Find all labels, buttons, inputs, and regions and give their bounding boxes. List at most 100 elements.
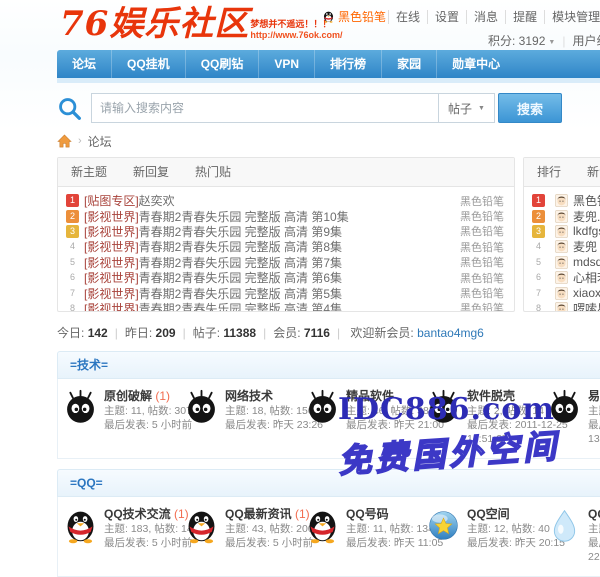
nav-item[interactable]: 勋章中心 (436, 50, 515, 78)
nav-item[interactable]: 家园 (381, 50, 436, 78)
forum-link[interactable]: QQ图标 (588, 507, 600, 521)
forum-block: 网络技术 主题: 18, 帖数: 150 最后发表: 昨天 23:26 (183, 389, 304, 446)
forum-link[interactable]: 网络技术 (225, 389, 273, 403)
thread-author[interactable]: 黑色铅笔 (452, 208, 504, 224)
user-menu-link[interactable]: 提醒 (505, 10, 544, 24)
new-member-link[interactable]: bantao4mg6 (417, 326, 484, 340)
member-name[interactable]: lkdfgs (573, 224, 600, 238)
forum-icon[interactable] (304, 507, 341, 544)
forum-link[interactable]: 软件脱壳 (467, 389, 515, 403)
thread-row[interactable]: 7 [影视世界] 青春期2青春失乐园 完整版 高清 第5集 黑色铅笔 (66, 285, 504, 300)
forum-icon[interactable] (546, 389, 583, 426)
member-row[interactable]: 6 心相若则不离 (532, 270, 600, 285)
rank-badge: 8 (66, 302, 79, 312)
member-row[interactable]: 2 麦兜...小峰 (532, 208, 600, 223)
forum-icon[interactable] (183, 389, 220, 426)
forum-icon[interactable] (62, 507, 99, 544)
rank-badge: 4 (66, 240, 79, 253)
thread-category[interactable]: [影视世界] (84, 300, 139, 312)
ranking-tab[interactable]: 排行 (524, 158, 574, 186)
forum-link[interactable]: QQ空间 (467, 507, 510, 521)
thread-row[interactable]: 4 [影视世界] 青春期2青春失乐园 完整版 高清 第8集 黑色铅笔 (66, 239, 504, 254)
rank-badge: 3 (532, 225, 545, 238)
nav-item[interactable]: 论坛 (57, 50, 111, 78)
member-name[interactable]: 心相若则不离 (573, 269, 600, 286)
forum-icon[interactable] (425, 389, 462, 426)
thread-row[interactable]: 6 [影视世界] 青春期2青春失乐园 完整版 高清 第6集 黑色铅笔 (66, 270, 504, 285)
thread-row[interactable]: 8 [影视世界] 青春期2青春失乐园 完整版 高清 第4集 黑色铅笔 (66, 301, 504, 312)
breadcrumb: › 论坛 (57, 133, 600, 149)
member-row[interactable]: 5 mdsq (532, 255, 600, 270)
forum-icon[interactable] (546, 507, 583, 544)
thread-row[interactable]: 3 [影视世界] 青春期2青春失乐园 完整版 高清 第9集 黑色铅笔 (66, 224, 504, 239)
rank-badge: 1 (66, 194, 79, 207)
forum-block: 易语言交流 主题: 14, 帖数: 60 最后发表: 2011-12-24 13… (546, 389, 600, 446)
forum-section: =QQ= QQ技术交流 (1) 主题: 183, 帖数: 1462 最后发表: … (57, 469, 600, 577)
search-button[interactable]: 搜索 (498, 93, 562, 123)
thread-row[interactable]: 2 [影视世界] 青春期2青春失乐园 完整版 高清 第10集 黑色铅笔 (66, 208, 504, 223)
member-row[interactable]: 1 黑色铅笔 (532, 193, 600, 208)
forum-topic-stats: 主题: 2, 帖数: 14 (467, 404, 546, 418)
page: 76娱乐社区 梦想并不遥远！！！ http://www.76ok.com/ 黑色… (0, 0, 600, 473)
ranking-tab[interactable]: 新会员 (574, 158, 600, 186)
rank-badge: 7 (66, 287, 79, 300)
thread-author[interactable]: 黑色铅笔 (452, 239, 504, 255)
nav-item[interactable]: VPN (258, 50, 314, 78)
member-name[interactable]: mdsq (573, 255, 600, 269)
forum-link[interactable]: 精品软件 (346, 389, 394, 403)
member-name[interactable]: xiaoxing123 (573, 286, 600, 300)
forum-link[interactable]: QQ技术交流 (104, 507, 171, 521)
nav-item[interactable]: QQ挂机 (111, 50, 185, 78)
thread-row[interactable]: 5 [影视世界] 青春期2青春失乐园 完整版 高清 第7集 黑色铅笔 (66, 255, 504, 270)
thread-author[interactable]: 黑色铅笔 (452, 223, 504, 239)
forum-link[interactable]: QQ最新资讯 (225, 507, 292, 521)
user-menu-link[interactable]: 消息 (466, 10, 505, 24)
thread-tab[interactable]: 新回复 (120, 158, 182, 186)
points-dropdown[interactable]: 积分: 3192 (488, 34, 545, 48)
forum-block: 软件脱壳 主题: 2, 帖数: 14 最后发表: 2011-12-25 16:5… (425, 389, 546, 446)
member-row[interactable]: 7 xiaoxing123 (532, 285, 600, 300)
member-row[interactable]: 8 啰嗦星 (532, 301, 600, 312)
breadcrumb-forum-link[interactable]: 论坛 (88, 133, 112, 150)
home-icon[interactable] (57, 134, 72, 148)
forum-icon[interactable] (425, 507, 462, 544)
user-menu-link[interactable]: 模块管理 (544, 10, 600, 24)
user-menu: 在线设置消息提醒模块管理管理中心 (388, 8, 600, 25)
section-header[interactable]: =技术= (57, 351, 600, 379)
stat-value: 209 (156, 326, 176, 340)
rank-badge: 5 (66, 256, 79, 269)
search-input[interactable] (91, 93, 438, 123)
forum-icon[interactable] (304, 389, 341, 426)
site-logo[interactable]: 76娱乐社区 (60, 2, 249, 46)
rank-badge: 3 (66, 225, 79, 238)
user-menu-link[interactable]: 设置 (427, 10, 466, 24)
thread-tab[interactable]: 新主题 (58, 158, 120, 186)
qq-icon (322, 10, 335, 23)
member-name[interactable]: 啰嗦星 (573, 300, 600, 312)
thread-author[interactable]: 黑色铅笔 (452, 300, 504, 312)
user-menu-link[interactable]: 在线 (388, 10, 427, 24)
forum-icon[interactable] (183, 507, 220, 544)
rank-badge: 2 (66, 210, 79, 223)
username-link[interactable]: 黑色铅笔 (338, 8, 386, 25)
forum-link[interactable]: 易语言交流 (588, 389, 600, 403)
thread-row[interactable]: 1 [贴图专区] 赵奕欢 黑色铅笔 (66, 193, 504, 208)
member-row[interactable]: 4 麦兜丶_A姐 (532, 239, 600, 254)
thread-author[interactable]: 黑色铅笔 (452, 285, 504, 301)
thread-author[interactable]: 黑色铅笔 (452, 193, 504, 209)
forum-link[interactable]: 原创破解 (104, 389, 152, 403)
search-scope-select[interactable]: 帖子 ▼ (438, 93, 495, 123)
member-row[interactable]: 3 lkdfgs (532, 224, 600, 239)
member-name[interactable]: 麦兜...小峰 (573, 208, 600, 225)
forum-link[interactable]: QQ号码 (346, 507, 389, 521)
thread-author[interactable]: 黑色铅笔 (452, 270, 504, 286)
stat-segment: 今日: 142| (57, 326, 125, 340)
thread-author[interactable]: 黑色铅笔 (452, 254, 504, 270)
nav-item[interactable]: 排行榜 (314, 50, 381, 78)
nav-item[interactable]: QQ刷钻 (185, 50, 259, 78)
forum-icon[interactable] (62, 389, 99, 426)
thread-title[interactable]: 青春期2青春失乐园 完整版 高清 第4集 (139, 300, 342, 312)
member-name[interactable]: 麦兜丶_A姐 (573, 238, 600, 255)
thread-tab[interactable]: 热门贴 (182, 158, 244, 186)
section-header[interactable]: =QQ= (57, 469, 600, 497)
